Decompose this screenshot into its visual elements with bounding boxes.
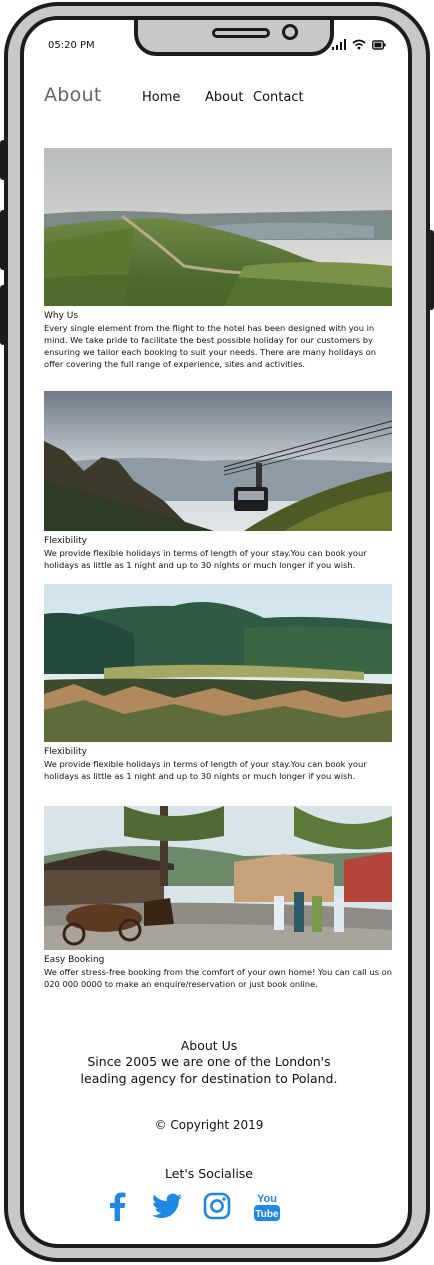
phone-screen: 05:20 PM About Home About Contact Why Us…	[20, 16, 412, 1248]
section-easy-booking: Easy Booking We offer stress-free bookin…	[44, 806, 392, 990]
phone-side-button	[0, 140, 8, 180]
signal-icon	[332, 38, 346, 50]
phone-notch	[134, 20, 334, 56]
about-us-line-1: Since 2005 we are one of the London's	[87, 1054, 331, 1069]
copyright: © Copyright 2019	[154, 1118, 264, 1132]
about-us-line-2: leading agency for destination to Poland…	[80, 1071, 338, 1086]
phone-volume-up	[0, 210, 8, 270]
nav-link-about[interactable]: About	[205, 90, 243, 105]
section-title: Flexibility	[44, 536, 87, 546]
section-flexibility-2: Flexibility We provide flexible holidays…	[44, 584, 392, 782]
nav-link-contact[interactable]: Contact	[253, 90, 304, 105]
twitter-icon[interactable]	[152, 1190, 182, 1222]
forest-valley-photo	[44, 584, 392, 742]
front-camera	[282, 24, 298, 40]
battery-icon	[372, 40, 386, 50]
speaker-grille	[212, 28, 270, 38]
phone-power-button	[426, 230, 434, 310]
section-flexibility-1: Flexibility We provide flexible holidays…	[44, 391, 392, 571]
section-why-us: Why Us Every single element from the fli…	[44, 148, 392, 370]
site-logo[interactable]: About	[44, 84, 102, 106]
landscape-photo-ridge	[44, 148, 392, 306]
section-text: We provide flexible holidays in terms of…	[44, 759, 367, 781]
youtube-icon[interactable]: You Tube	[252, 1190, 282, 1222]
cable-car-photo	[44, 391, 392, 531]
about-us-block: About Us Since 2005 we are one of the Lo…	[24, 1038, 394, 1087]
street-carriage-photo	[44, 806, 392, 950]
status-icons	[332, 38, 386, 50]
instagram-icon[interactable]	[202, 1190, 232, 1222]
section-title: Flexibility	[44, 747, 87, 757]
nav-link-home[interactable]: Home	[142, 90, 180, 105]
section-title: Why Us	[44, 311, 79, 321]
about-us-heading: About Us	[180, 1038, 238, 1053]
section-title: Easy Booking	[44, 955, 105, 965]
section-text: We offer stress-free booking from the co…	[44, 967, 392, 989]
svg-text:Tube: Tube	[255, 1209, 279, 1220]
wifi-icon	[352, 39, 366, 50]
social-icons: You Tube	[102, 1190, 282, 1222]
svg-text:You: You	[257, 1193, 277, 1205]
socialise-heading: Let's Socialise	[165, 1166, 253, 1181]
facebook-icon[interactable]	[102, 1190, 132, 1222]
status-time: 05:20 PM	[48, 40, 95, 51]
phone-volume-down	[0, 285, 8, 345]
section-text: We provide flexible holidays in terms of…	[44, 548, 367, 570]
section-text: Every single element from the flight to …	[44, 323, 377, 369]
